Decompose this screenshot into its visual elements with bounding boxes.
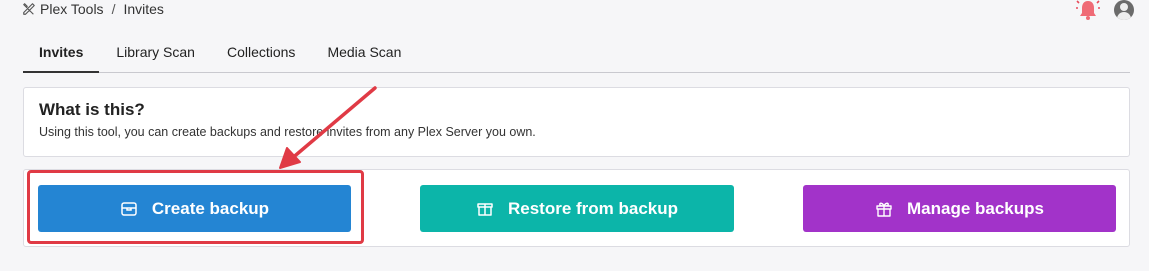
top-bar: Plex Tools / Invites xyxy=(0,0,1149,22)
open-box-icon xyxy=(477,202,493,216)
tab-invites[interactable]: Invites xyxy=(23,36,100,73)
archive-box-icon xyxy=(121,201,137,216)
tab-media-scan[interactable]: Media Scan xyxy=(311,36,417,73)
tab-collections[interactable]: Collections xyxy=(211,36,311,73)
breadcrumb-current: Invites xyxy=(123,1,164,17)
user-avatar[interactable] xyxy=(1114,0,1134,20)
create-backup-label: Create backup xyxy=(151,198,270,218)
gift-box-icon xyxy=(876,202,892,217)
tab-library-scan[interactable]: Library Scan xyxy=(99,36,211,73)
tab-bar: Invites Library Scan Collections Media S… xyxy=(23,36,1130,73)
breadcrumb-separator: / xyxy=(111,1,116,17)
avatar-body xyxy=(1117,12,1131,20)
manage-backups-button[interactable]: Manage backups xyxy=(803,185,1116,232)
avatar-head xyxy=(1120,3,1128,11)
restore-backup-label: Restore from backup xyxy=(507,198,679,218)
create-backup-button[interactable]: Create backup xyxy=(38,185,351,232)
tools-icon xyxy=(23,3,35,15)
breadcrumb-root[interactable]: Plex Tools xyxy=(40,1,104,17)
breadcrumb: Plex Tools / Invites xyxy=(22,1,164,17)
bell-icon[interactable] xyxy=(1076,0,1100,22)
manage-backups-label: Manage backups xyxy=(907,198,1044,218)
info-card: What is this? Using this tool, you can c… xyxy=(23,87,1130,157)
info-description: Using this tool, you can create backups … xyxy=(39,125,536,139)
restore-backup-button[interactable]: Restore from backup xyxy=(420,185,734,232)
info-title: What is this? xyxy=(39,100,145,119)
actions-panel: Create backup Restore from backup Manage… xyxy=(23,169,1130,247)
